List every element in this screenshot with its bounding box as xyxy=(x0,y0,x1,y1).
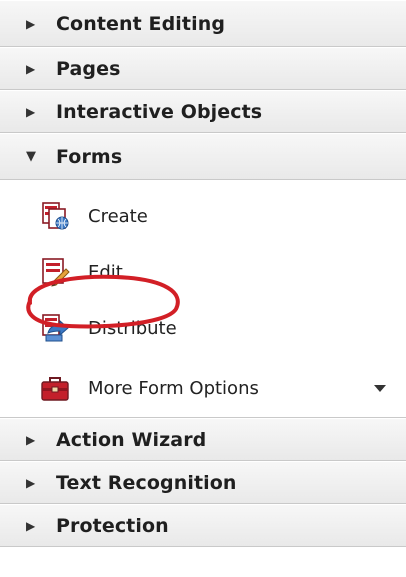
toolbox-icon xyxy=(41,377,69,401)
expand-arrow-icon: ▶ xyxy=(26,61,36,76)
expand-arrow-icon: ▶ xyxy=(26,16,36,31)
collapse-arrow-icon: ▼ xyxy=(26,149,37,164)
section-pages[interactable]: ▶ Pages xyxy=(0,47,406,90)
section-protection[interactable]: ▶ Protection xyxy=(0,504,406,547)
tool-label: Edit xyxy=(88,261,123,283)
forms-section-body: Create Edit Distribute More Form Options xyxy=(0,180,406,418)
section-label: Forms xyxy=(56,145,123,168)
expand-arrow-icon: ▶ xyxy=(26,518,36,533)
chevron-down-icon[interactable] xyxy=(374,384,386,392)
tools-panel: ▶ Content Editing ▶ Pages ▶ Interactive … xyxy=(0,0,406,577)
section-content-editing[interactable]: ▶ Content Editing xyxy=(0,0,406,47)
form-edit-icon xyxy=(42,258,70,287)
section-forms[interactable]: ▼ Forms xyxy=(0,133,406,180)
expand-arrow-icon: ▶ xyxy=(26,104,36,119)
section-label: Protection xyxy=(56,514,169,537)
form-distribute-icon xyxy=(42,314,69,342)
section-text-recognition[interactable]: ▶ Text Recognition xyxy=(0,461,406,504)
tool-label: Create xyxy=(88,205,148,227)
section-label: Pages xyxy=(56,57,121,80)
tool-label: More Form Options xyxy=(88,377,259,399)
tool-distribute-form[interactable]: Distribute xyxy=(0,300,406,356)
section-label: Text Recognition xyxy=(56,471,237,494)
tool-more-form-options[interactable]: More Form Options xyxy=(0,360,406,416)
tool-edit-form[interactable]: Edit xyxy=(0,244,406,300)
section-label: Action Wizard xyxy=(56,428,207,451)
section-interactive-objects[interactable]: ▶ Interactive Objects xyxy=(0,90,406,133)
section-label: Content Editing xyxy=(56,12,226,35)
tool-label: Distribute xyxy=(88,317,177,339)
expand-arrow-icon: ▶ xyxy=(26,432,36,447)
expand-arrow-icon: ▶ xyxy=(26,475,36,490)
form-create-icon xyxy=(42,202,69,230)
section-label: Interactive Objects xyxy=(56,100,263,123)
section-action-wizard[interactable]: ▶ Action Wizard xyxy=(0,418,406,461)
tool-create-form[interactable]: Create xyxy=(0,188,406,244)
